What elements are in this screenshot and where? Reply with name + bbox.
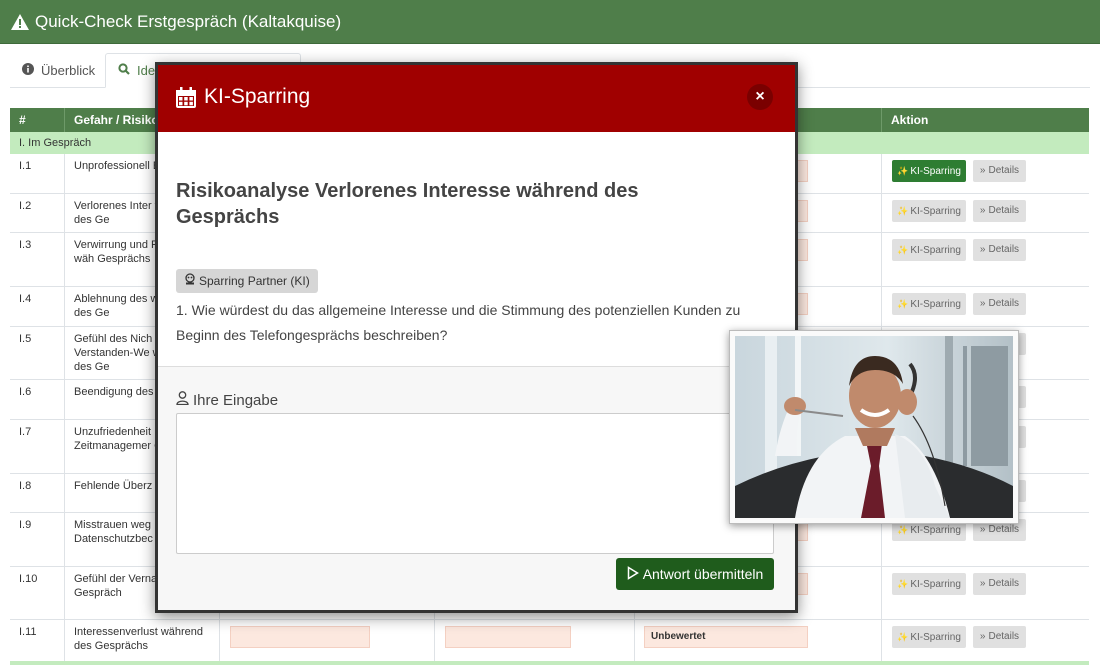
details-button[interactable]: »Details bbox=[973, 626, 1026, 648]
row-number: I.10 bbox=[10, 567, 65, 619]
col-header-num: # bbox=[10, 108, 65, 132]
row-actions: ✨KI-Sparring »Details bbox=[882, 287, 1089, 326]
row-actions: ✨KI-Sparring »Details bbox=[882, 567, 1089, 619]
magic-wand-icon: ✨ bbox=[897, 245, 909, 255]
double-chevron-right-icon: » bbox=[979, 298, 986, 309]
calendar-icon bbox=[176, 87, 196, 108]
ki-sparring-label: KI-Sparring bbox=[910, 525, 961, 536]
magic-wand-icon: ✨ bbox=[897, 579, 909, 589]
modal-header: KI-Sparring × bbox=[158, 65, 795, 132]
ki-sparring-button[interactable]: ✨KI-Sparring bbox=[892, 573, 966, 595]
row-number: I.5 bbox=[10, 327, 65, 379]
double-chevron-right-icon: » bbox=[979, 578, 986, 589]
row-number: I.8 bbox=[10, 474, 65, 512]
modal-title: KI-Sparring bbox=[204, 85, 311, 108]
row-number: I.7 bbox=[10, 420, 65, 473]
row-actions: ✨KI-Sparring »Details bbox=[882, 620, 1089, 661]
row-number: I.2 bbox=[10, 194, 65, 232]
row-number: I.1 bbox=[10, 154, 65, 193]
details-button[interactable]: »Details bbox=[973, 160, 1026, 182]
warning-icon bbox=[11, 13, 29, 30]
ki-sparring-button[interactable]: ✨KI-Sparring bbox=[892, 200, 966, 222]
input-section: Ihre Eingabe Antwort übermitteln bbox=[158, 367, 795, 610]
row-cell: Unbewertet bbox=[635, 620, 882, 661]
modal-close-button[interactable]: × bbox=[747, 84, 773, 110]
col-header-action: Aktion bbox=[891, 113, 929, 127]
group-row-next bbox=[10, 661, 1089, 665]
details-button[interactable]: »Details bbox=[973, 200, 1026, 222]
details-label: Details bbox=[988, 631, 1020, 642]
status-badge: Unbewertet bbox=[644, 626, 808, 648]
info-circle-icon bbox=[22, 63, 34, 78]
row-number: I.6 bbox=[10, 380, 65, 419]
details-label: Details bbox=[988, 298, 1020, 309]
table-row: I.11 Interessenverlust während des Gesprä… bbox=[10, 620, 1089, 662]
tab-overview-label: Überblick bbox=[41, 63, 96, 78]
magic-wand-icon: ✨ bbox=[897, 166, 909, 176]
ki-sparring-label: KI-Sparring bbox=[910, 299, 961, 310]
tab-overview[interactable]: Überblick bbox=[10, 53, 107, 88]
input-label: Ihre Eingabe bbox=[176, 391, 278, 409]
question-text: 1. Wie würdest du das allgemeine Interes… bbox=[176, 302, 741, 343]
search-icon bbox=[118, 63, 130, 78]
magic-wand-icon: ✨ bbox=[897, 525, 909, 535]
double-chevron-right-icon: » bbox=[979, 205, 986, 216]
ki-sparring-button[interactable]: ✨KI-Sparring bbox=[892, 160, 966, 182]
badge-label: Sparring Partner (KI) bbox=[199, 274, 310, 288]
answer-textarea[interactable] bbox=[176, 413, 774, 554]
details-button[interactable]: »Details bbox=[973, 293, 1026, 315]
magic-wand-icon: ✨ bbox=[897, 299, 909, 309]
magic-wand-icon: ✨ bbox=[897, 206, 909, 216]
ki-sparring-button[interactable]: ✨KI-Sparring bbox=[892, 239, 966, 261]
ki-sparring-label: KI-Sparring bbox=[910, 245, 961, 256]
ki-sparring-modal: KI-Sparring × Risikoanalyse Verlorenes I… bbox=[155, 62, 798, 613]
play-icon bbox=[627, 565, 639, 583]
row-number: I.3 bbox=[10, 233, 65, 286]
ki-sparring-label: KI-Sparring bbox=[910, 632, 961, 643]
double-chevron-right-icon: » bbox=[979, 244, 986, 255]
businessman-phone-photo bbox=[729, 330, 1019, 524]
window-title-bar: Quick-Check Erstgespräch (Kaltakquise) bbox=[0, 0, 1100, 44]
row-number: I.11 bbox=[10, 620, 65, 661]
details-button[interactable]: »Details bbox=[973, 573, 1026, 595]
magic-wand-icon: ✨ bbox=[897, 632, 909, 642]
modal-body: Risikoanalyse Verlorenes Interesse währe… bbox=[158, 132, 795, 369]
details-label: Details bbox=[988, 524, 1020, 535]
row-cell bbox=[435, 620, 635, 661]
details-label: Details bbox=[988, 244, 1020, 255]
row-actions: ✨KI-Sparring »Details bbox=[882, 194, 1089, 232]
robot-icon bbox=[184, 269, 196, 293]
row-actions: ✨KI-Sparring »Details bbox=[882, 233, 1089, 286]
details-label: Details bbox=[988, 578, 1020, 589]
row-risk: Interessenverlust während des Gesprächs bbox=[65, 620, 220, 661]
details-button[interactable]: »Details bbox=[973, 239, 1026, 261]
ki-sparring-label: KI-Sparring bbox=[910, 166, 961, 177]
photo-image bbox=[735, 336, 1013, 518]
analysis-heading: Risikoanalyse Verlorenes Interesse währe… bbox=[176, 180, 639, 228]
ki-sparring-button[interactable]: ✨KI-Sparring bbox=[892, 293, 966, 315]
ki-sparring-label: KI-Sparring bbox=[910, 579, 961, 590]
submit-label: Antwort übermitteln bbox=[642, 566, 764, 582]
details-label: Details bbox=[988, 205, 1020, 216]
ki-sparring-label: KI-Sparring bbox=[910, 206, 961, 217]
double-chevron-right-icon: » bbox=[979, 165, 986, 176]
row-number: I.4 bbox=[10, 287, 65, 326]
tab-identification-label: Ide bbox=[137, 63, 156, 78]
rating-field[interactable] bbox=[445, 626, 571, 648]
app-window: Quick-Check Erstgespräch (Kaltakquise) Ü… bbox=[0, 0, 1100, 665]
window-title: Quick-Check Erstgespräch (Kaltakquise) bbox=[35, 11, 342, 31]
row-actions: ✨KI-Sparring »Details bbox=[882, 154, 1089, 193]
input-label-text: Ihre Eingabe bbox=[193, 391, 279, 409]
user-icon bbox=[176, 391, 189, 409]
row-cell bbox=[220, 620, 435, 661]
ki-sparring-button[interactable]: ✨KI-Sparring bbox=[892, 626, 966, 648]
row-number: I.9 bbox=[10, 513, 65, 566]
sparring-partner-badge: Sparring Partner (KI) bbox=[176, 269, 318, 293]
double-chevron-right-icon: » bbox=[979, 631, 986, 642]
rating-field[interactable] bbox=[230, 626, 370, 648]
double-chevron-right-icon: » bbox=[979, 524, 986, 535]
details-label: Details bbox=[988, 165, 1020, 176]
submit-answer-button[interactable]: Antwort übermitteln bbox=[616, 558, 774, 590]
